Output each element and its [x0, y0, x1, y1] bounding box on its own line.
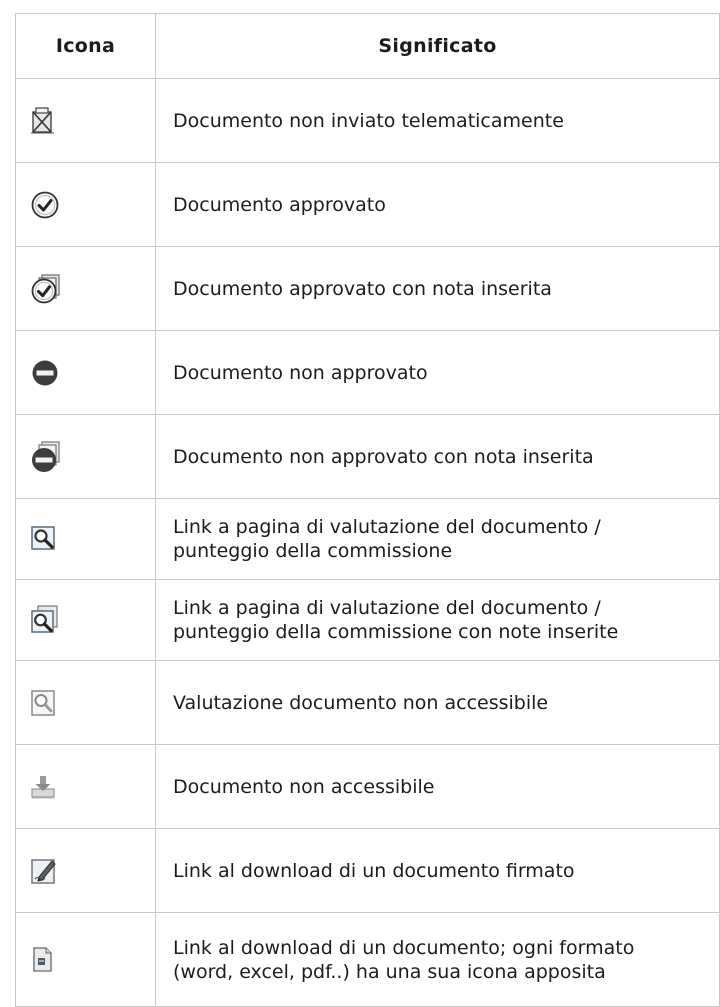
icon-cell: [15, 330, 156, 415]
row-description: Documento approvato con nota inserita: [155, 246, 720, 331]
document-not-sent-icon: [30, 106, 155, 136]
table-row: Link al download di un documento; ogni f…: [15, 912, 720, 1007]
icon-cell: [15, 414, 156, 499]
icon-legend-table: Icona Significato Documento non inviato …: [15, 13, 720, 1007]
table-row: Documento non inviato telematicamente: [15, 78, 720, 163]
icon-cell: [15, 660, 156, 745]
row-description: Documento non accessibile: [155, 744, 720, 829]
row-description: Valutazione documento non accessibile: [155, 660, 720, 745]
icon-cell: [15, 912, 156, 1007]
icon-cell: [15, 162, 156, 247]
table-row: Link a pagina di valutazione del documen…: [15, 579, 720, 661]
icon-cell: [15, 78, 156, 163]
download-disabled-icon: [30, 773, 155, 801]
header-icon: Icona: [15, 13, 156, 79]
row-description: Link a pagina di valutazione del documen…: [155, 579, 720, 661]
row-description: Documento non approvato con nota inserit…: [155, 414, 720, 499]
table-row: Documento non approvato con nota inserit…: [15, 414, 720, 499]
table-header-row: Icona Significato: [15, 13, 720, 79]
table-row: Documento approvato: [15, 162, 720, 247]
row-description: Documento non inviato telematicamente: [155, 78, 720, 163]
table-row: Documento approvato con nota inserita: [15, 246, 720, 331]
icon-cell: [15, 579, 156, 661]
document-file-icon: [30, 946, 155, 974]
row-description: Link al download di un documento firmato: [155, 828, 720, 913]
row-description: Link al download di un documento; ogni f…: [155, 912, 720, 1007]
magnifier-disabled-icon: [30, 688, 155, 718]
header-meaning: Significato: [155, 13, 720, 79]
signed-document-icon: [30, 856, 155, 886]
magnifier-icon: [30, 525, 155, 553]
no-entry-icon: [30, 358, 155, 388]
icon-cell: [15, 828, 156, 913]
row-description: Documento approvato: [155, 162, 720, 247]
icon-cell: [15, 744, 156, 829]
table-row: Documento non accessibile: [15, 744, 720, 829]
row-description: Documento non approvato: [155, 330, 720, 415]
row-description: Link a pagina di valutazione del documen…: [155, 498, 720, 580]
table-row: Valutazione documento non accessibile: [15, 660, 720, 745]
no-entry-note-icon: [30, 440, 155, 474]
check-circle-icon: [30, 190, 155, 220]
check-circle-note-icon: [30, 273, 155, 305]
table-row: Link al download di un documento firmato: [15, 828, 720, 913]
icon-cell: [15, 498, 156, 580]
magnifier-note-icon: [30, 605, 155, 635]
table-row: Link a pagina di valutazione del documen…: [15, 498, 720, 580]
table-row: Documento non approvato: [15, 330, 720, 415]
icon-cell: [15, 246, 156, 331]
